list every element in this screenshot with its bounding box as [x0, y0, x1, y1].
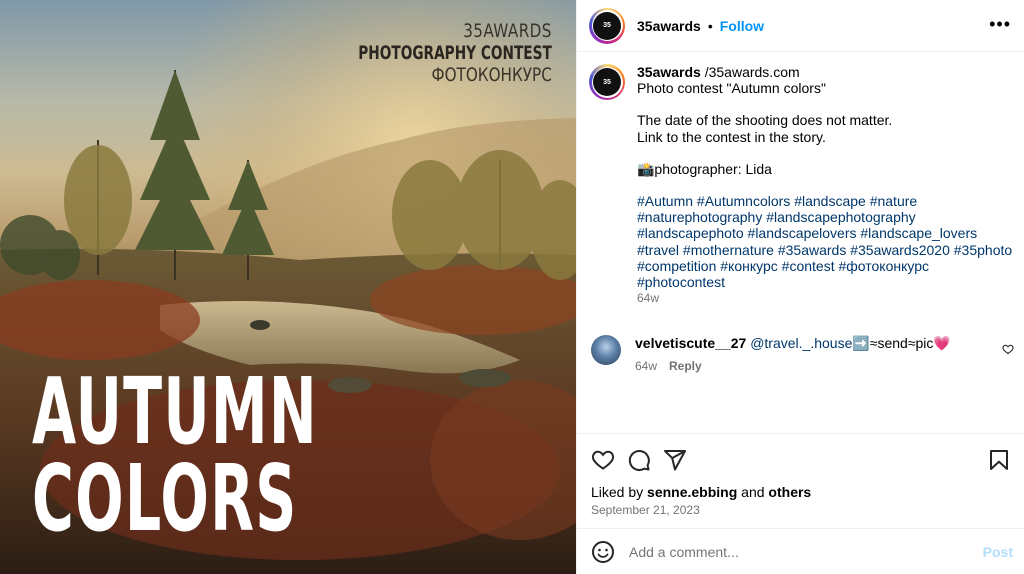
comment-text: ➡️≈send≈pic💗	[852, 335, 951, 351]
liked-by-username[interactable]: senne.ebbing	[647, 484, 737, 500]
caption-hashtags[interactable]: #Autumn #Autumncolors #landscape #nature…	[637, 193, 1013, 290]
comment-icon[interactable]	[627, 448, 651, 472]
caption-line: 📸photographer: Lida	[637, 160, 772, 177]
headline-line-1: AUTUMN	[32, 358, 318, 465]
brand-contest-label-ru: ФОТОКОНКУРС	[431, 64, 552, 86]
caption-first-line: /35awards.com	[700, 64, 800, 80]
avatar-image: 35	[593, 68, 621, 96]
brand-contest-label: PHOTOGRAPHY CONTEST	[358, 42, 552, 64]
add-comment-bar: Post	[577, 528, 1024, 574]
more-options-icon[interactable]: •••	[989, 14, 1011, 34]
avatar-image: 35	[593, 11, 621, 40]
brand-name: 35AWARDS	[463, 20, 552, 42]
comment-item: velvetiscute__27 @travel._.house➡️≈send≈…	[591, 335, 1017, 375]
caption-author-avatar[interactable]: 35	[589, 64, 625, 100]
caption-line: The date of the shooting does not matter…	[637, 112, 893, 129]
separator-dot: •	[707, 17, 713, 34]
post-comment-button[interactable]: Post	[983, 544, 1013, 560]
comment-input[interactable]	[629, 543, 969, 560]
caption-line: Photo contest "Autumn colors"	[637, 80, 826, 97]
reply-button[interactable]: Reply	[669, 359, 702, 373]
heart-icon[interactable]	[591, 448, 615, 472]
post-actions: Liked by senne.ebbing and others Septemb…	[577, 433, 1024, 528]
post-date[interactable]: September 21, 2023	[591, 503, 700, 517]
follow-button[interactable]: Follow	[720, 18, 764, 34]
image-headline: AUTUMN COLORS	[32, 358, 493, 553]
caption-username[interactable]: 35awards	[637, 64, 701, 80]
post-header: 35 35awards • Follow •••	[577, 0, 1024, 52]
comment-like-icon[interactable]	[1002, 343, 1014, 355]
caption-body: 35awards /35awards.com Photo contest "Au…	[637, 64, 1013, 306]
author-username[interactable]: 35awards	[637, 18, 701, 34]
bookmark-icon[interactable]	[987, 448, 1011, 472]
likes-summary: Liked by senne.ebbing and others	[591, 484, 811, 500]
comment-mention[interactable]: @travel._.house	[750, 335, 852, 351]
likes-mid: and	[737, 484, 769, 500]
comment-timestamp[interactable]: 64w	[635, 359, 657, 373]
commenter-username[interactable]: velvetiscute__27	[635, 335, 746, 351]
post-details-panel: 35 35awards • Follow ••• 35 35awards /35…	[576, 0, 1024, 574]
post-caption: 35 35awards /35awards.com Photo contest …	[589, 64, 1013, 306]
commenter-avatar[interactable]	[591, 335, 621, 365]
headline-line-2: COLORS	[32, 445, 298, 553]
author-avatar[interactable]: 35	[589, 7, 625, 44]
likes-prefix: Liked by	[591, 484, 648, 500]
emoji-icon[interactable]	[591, 540, 615, 564]
caption-timestamp[interactable]: 64w	[637, 290, 1013, 306]
caption-line: Link to the contest in the story.	[637, 128, 826, 145]
comment-body: velvetiscute__27 @travel._.house➡️≈send≈…	[635, 335, 951, 375]
liked-by-others[interactable]: others	[768, 484, 811, 500]
share-icon[interactable]	[663, 448, 687, 472]
post-image[interactable]: 35AWARDS PHOTOGRAPHY CONTEST ФОТОКОНКУРС…	[0, 0, 576, 574]
contest-branding: 35AWARDS PHOTOGRAPHY CONTEST ФОТОКОНКУРС	[283, 22, 552, 85]
